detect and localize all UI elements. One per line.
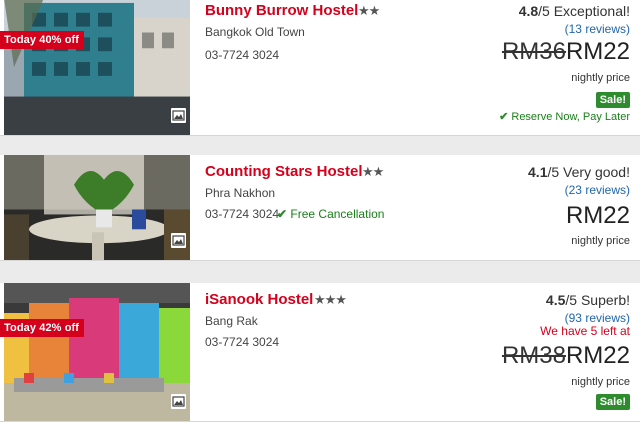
guest-rating: 4.8/5 Exceptional! <box>519 3 630 19</box>
phone-number: 03-7724 3024 <box>205 335 280 349</box>
discount-badge: Today 40% off <box>0 31 85 49</box>
reviews-link[interactable]: (23 reviews) <box>565 183 630 197</box>
check-icon: ✔ <box>499 111 509 123</box>
hostel-photo-image <box>4 0 190 135</box>
hostel-card[interactable]: Today 42% off iSanook Hostel ★★★ Bang Ra… <box>0 283 640 422</box>
hostel-photo[interactable] <box>4 283 190 421</box>
hostel-name-link[interactable]: Counting Stars Hostel <box>205 163 363 180</box>
hostel-name-link[interactable]: Bunny Burrow Hostel <box>205 2 358 19</box>
rating-score: 4.1 <box>528 164 548 180</box>
star-rating: ★★ <box>358 3 380 18</box>
current-price: RM22 <box>565 202 630 229</box>
price-block: RM38RM22 <box>502 342 630 370</box>
star-rating: ★★★ <box>314 292 347 307</box>
star-rating: ★★ <box>362 164 384 179</box>
rating-text: /5 Superb! <box>565 292 630 308</box>
guest-rating: 4.5/5 Superb! <box>546 292 630 308</box>
phone-number: 03-7724 3024 <box>205 48 280 62</box>
photo-gallery-icon[interactable] <box>171 108 186 123</box>
nightly-price-label: nightly price <box>571 72 630 84</box>
hostel-name-link[interactable]: iSanook Hostel <box>205 291 313 308</box>
old-price: RM36 <box>501 38 566 65</box>
discount-badge: Today 42% off <box>0 319 85 337</box>
hostel-card[interactable]: Today 40% off Bunny Burrow Hostel ★★ Ban… <box>0 0 640 136</box>
old-price: RM38 <box>501 342 566 369</box>
check-icon: ✔ <box>277 207 288 221</box>
hostel-photo-image <box>4 283 190 421</box>
hostel-photo-image <box>4 155 190 260</box>
rating-score: 4.5 <box>545 292 566 308</box>
photo-gallery-icon[interactable] <box>171 233 186 248</box>
price-block: RM36RM22 <box>502 38 630 66</box>
reserve-note: ✔ Reserve Now, Pay Later <box>499 110 630 123</box>
reviews-link[interactable]: (93 reviews) <box>565 311 630 325</box>
guest-rating: 4.1/5 Very good! <box>528 164 630 180</box>
availability-warning: We have 5 left at <box>540 324 630 338</box>
rating-text: /5 Exceptional! <box>538 3 630 19</box>
rating-text: /5 Very good! <box>547 164 630 180</box>
district-label: Bang Rak <box>205 314 258 328</box>
hostel-photo[interactable] <box>4 155 190 260</box>
rating-score: 4.8 <box>518 3 539 19</box>
reserve-text: Reserve Now, Pay Later <box>511 111 630 123</box>
free-cancellation-text: Free Cancellation <box>290 207 385 221</box>
nightly-price-label: nightly price <box>571 376 630 388</box>
nightly-price-label: nightly price <box>571 235 630 247</box>
district-label: Phra Nakhon <box>205 186 276 200</box>
hostel-card[interactable]: Counting Stars Hostel ★★ Phra Nakhon 03-… <box>0 155 640 261</box>
phone-number: 03-7724 3024 <box>205 207 280 221</box>
sale-badge: Sale! <box>595 394 630 410</box>
sale-badge: Sale! <box>595 92 630 108</box>
current-price: RM22 <box>565 38 630 65</box>
district-label: Bangkok Old Town <box>205 25 305 39</box>
photo-gallery-icon[interactable] <box>171 394 186 409</box>
free-cancellation-note: ✔ Free Cancellation <box>277 207 384 221</box>
price-block: RM22 <box>566 202 630 230</box>
reviews-link[interactable]: (13 reviews) <box>565 22 630 36</box>
current-price: RM22 <box>565 342 630 369</box>
hostel-photo[interactable] <box>4 0 190 135</box>
